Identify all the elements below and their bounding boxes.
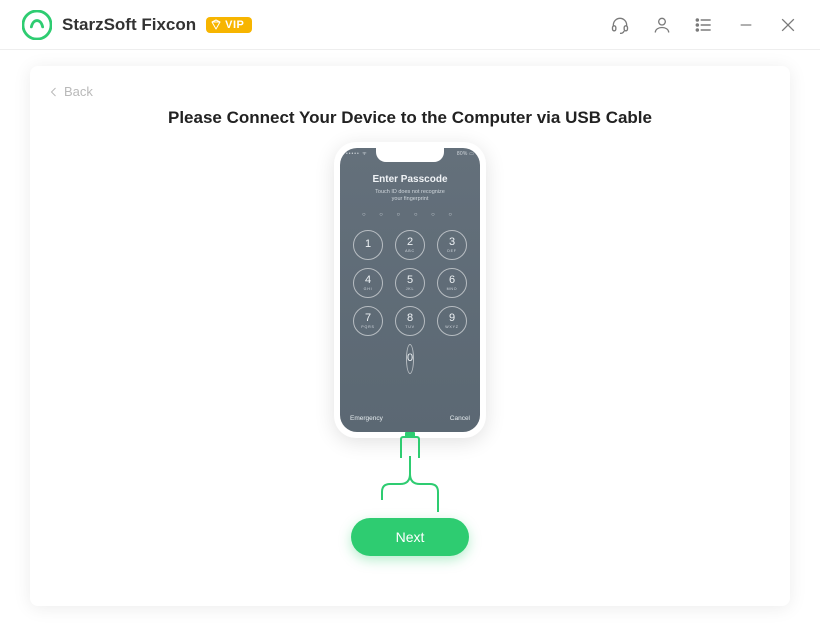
headset-icon: [610, 15, 630, 35]
keypad-key: 2ABC: [395, 230, 425, 260]
usb-connector-icon: [400, 436, 420, 458]
minimize-icon: [738, 15, 754, 35]
keypad-key: 9WXYZ: [437, 306, 467, 336]
main-card: Back Please Connect Your Device to the C…: [30, 66, 790, 606]
close-icon: [778, 15, 798, 35]
status-left: ••••• ᯤ: [346, 151, 368, 157]
phone-screen: ••••• ᯤ 80% ▭ Enter Passcode Touch ID do…: [340, 148, 480, 432]
vip-label: VIP: [225, 19, 244, 31]
back-label: Back: [64, 84, 93, 99]
phone-bottom-row: Emergency Cancel: [350, 415, 470, 422]
phone-keypad: 1 2ABC 3DEF 4GHI 5JKL 6MNO 7PQRS 8TUV 9W…: [353, 230, 467, 374]
app-title: StarzSoft Fixcon: [62, 15, 196, 35]
menu-button[interactable]: [690, 11, 718, 39]
minimize-button[interactable]: [732, 11, 760, 39]
diamond-icon: [210, 19, 222, 31]
phone-heading: Enter Passcode: [340, 174, 480, 185]
support-button[interactable]: [606, 11, 634, 39]
usb-cable-icon: [380, 456, 440, 512]
keypad-key: 4GHI: [353, 268, 383, 298]
menu-icon: [694, 15, 714, 35]
cancel-label: Cancel: [450, 415, 470, 422]
account-button[interactable]: [648, 11, 676, 39]
status-right: 80% ▭: [457, 151, 474, 157]
chevron-left-icon: [48, 86, 60, 98]
next-button[interactable]: Next: [351, 518, 469, 556]
user-icon: [652, 15, 672, 35]
close-button[interactable]: [774, 11, 802, 39]
app-logo: [22, 10, 52, 40]
keypad-key: 1: [353, 230, 383, 260]
passcode-dots: ○ ○ ○ ○ ○ ○: [340, 212, 480, 218]
keypad-key: 7PQRS: [353, 306, 383, 336]
keypad-key: 8TUV: [395, 306, 425, 336]
keypad-key: 6MNO: [437, 268, 467, 298]
phone-illustration: ••••• ᯤ 80% ▭ Enter Passcode Touch ID do…: [30, 142, 790, 556]
page-heading: Please Connect Your Device to the Comput…: [30, 108, 790, 128]
titlebar: StarzSoft Fixcon VIP: [0, 0, 820, 50]
phone-frame: ••••• ᯤ 80% ▭ Enter Passcode Touch ID do…: [334, 142, 486, 438]
keypad-key: 0: [406, 344, 414, 374]
keypad-key: 3DEF: [437, 230, 467, 260]
keypad-key: 5JKL: [395, 268, 425, 298]
phone-notch: [376, 148, 444, 162]
back-button[interactable]: Back: [48, 84, 93, 99]
emergency-label: Emergency: [350, 415, 383, 422]
vip-badge: VIP: [206, 17, 252, 33]
phone-subtitle: Touch ID does not recognize your fingerp…: [340, 189, 480, 203]
